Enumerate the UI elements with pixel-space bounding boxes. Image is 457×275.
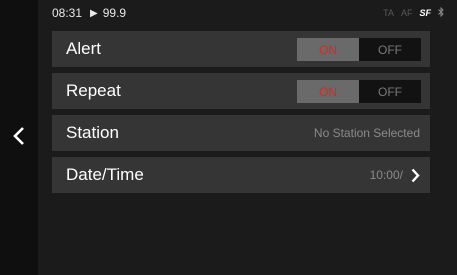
datetime-row[interactable]: Date/Time 10:00/ [52, 157, 430, 193]
ta-indicator: TA [383, 8, 394, 18]
alert-off-button[interactable]: OFF [359, 38, 421, 61]
alert-toggle: ON OFF [297, 38, 421, 61]
alarm-settings-screen: 08:31 ▶ 99.9 TA AF SF Alert ON OFF Repea… [0, 0, 457, 275]
repeat-on-button[interactable]: ON [297, 80, 359, 103]
status-frequency: 99.9 [102, 6, 127, 20]
station-row[interactable]: Station No Station Selected [52, 115, 430, 151]
status-bar: 08:31 ▶ 99.9 TA AF SF [52, 0, 452, 26]
repeat-toggle: ON OFF [297, 80, 421, 103]
datetime-value-group: 10:00/ [370, 157, 420, 193]
station-value: No Station Selected [313, 126, 420, 140]
sf-indicator: SF [419, 8, 431, 18]
datetime-label: Date/Time [66, 165, 144, 184]
repeat-row: Repeat ON OFF [52, 73, 430, 109]
status-time: 08:31 [52, 6, 83, 20]
alert-label: Alert [66, 39, 101, 58]
play-icon: ▶ [90, 7, 98, 19]
alert-on-button[interactable]: ON [297, 38, 359, 61]
af-indicator: AF [400, 8, 413, 18]
repeat-off-button[interactable]: OFF [359, 80, 421, 103]
station-label: Station [66, 123, 119, 142]
status-indicators: TA AF SF [383, 6, 452, 20]
bluetooth-icon [438, 6, 444, 20]
datetime-value: 10:00/ [369, 168, 403, 182]
side-panel [0, 0, 38, 275]
repeat-label: Repeat [66, 81, 121, 100]
chevron-right-icon[interactable] [411, 168, 420, 183]
back-button[interactable] [0, 118, 38, 158]
alert-row: Alert ON OFF [52, 31, 430, 67]
chevron-left-icon [13, 126, 25, 150]
